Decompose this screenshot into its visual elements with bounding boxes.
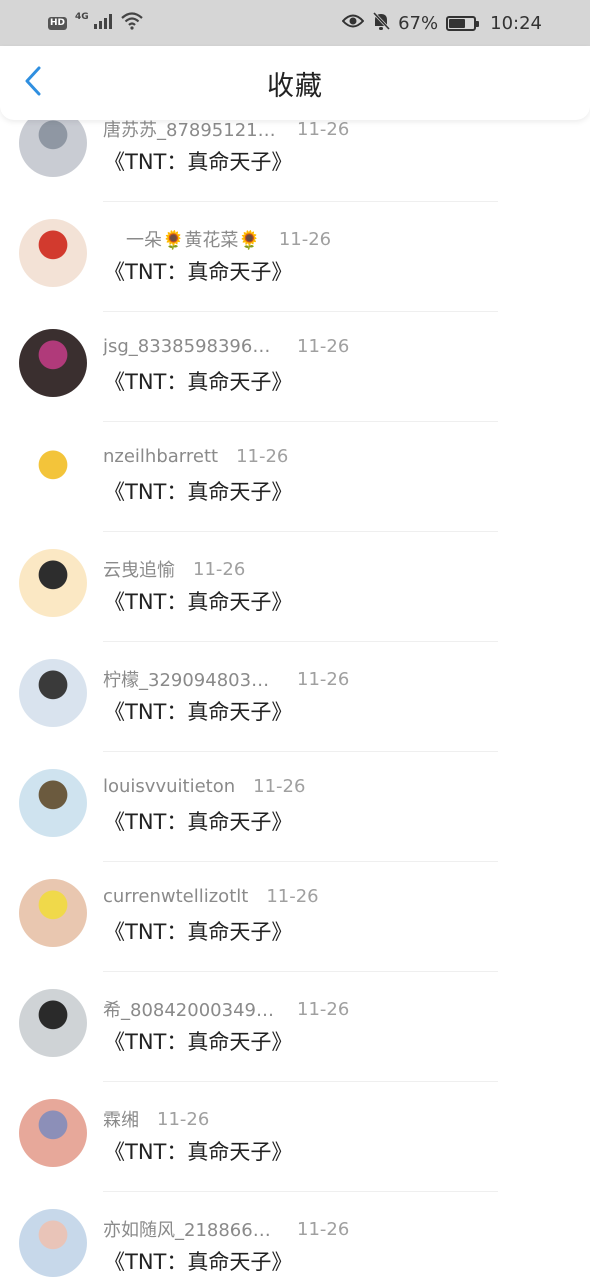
- list-item[interactable]: 云曳追愉 11-26 《TNT：真命天子》: [0, 532, 590, 642]
- favorite-title[interactable]: 《TNT：真命天子》: [104, 476, 292, 506]
- avatar[interactable]: [19, 1209, 87, 1277]
- list-item[interactable]: jsg_83385983961… 11-26 《TNT：真命天子》: [0, 312, 590, 422]
- timestamp: 11-26: [297, 668, 350, 690]
- username[interactable]: 柠檬_3290948036…: [103, 666, 279, 692]
- timestamp: 11-26: [236, 446, 289, 467]
- avatar[interactable]: [19, 1099, 87, 1167]
- meta-line: 云曳追愉 11-26: [103, 556, 245, 582]
- meta-line: 一朵🌻黄花菜🌻 11-26: [126, 226, 331, 252]
- favorite-title[interactable]: 《TNT：真命天子》: [104, 916, 292, 946]
- favorite-title[interactable]: 《TNT：真命天子》: [104, 696, 292, 726]
- meta-line: currenwtellizotlt 11-26: [103, 886, 319, 907]
- timestamp: 11-26: [193, 558, 246, 580]
- avatar[interactable]: [19, 989, 87, 1057]
- list-item[interactable]: 柠檬_3290948036… 11-26 《TNT：真命天子》: [0, 642, 590, 752]
- status-bar: HD 4G 67% 10:24: [0, 0, 590, 46]
- username[interactable]: 云曳追愉: [103, 556, 175, 582]
- username[interactable]: 一朵🌻黄花菜🌻: [126, 226, 261, 252]
- username[interactable]: currenwtellizotlt: [103, 886, 248, 907]
- list-item[interactable]: 唐苏苏_87895121… 11-26 《TNT：真命天子》: [0, 110, 590, 202]
- status-left: HD 4G: [48, 11, 143, 35]
- meta-line: nzeilhbarrett 11-26: [103, 446, 288, 467]
- favorite-title[interactable]: 《TNT：真命天子》: [104, 146, 292, 176]
- timestamp: 11-26: [278, 228, 332, 250]
- timestamp: 11-26: [297, 118, 350, 140]
- mute-bell-icon: [372, 11, 391, 36]
- username[interactable]: 亦如随风_218866…: [103, 1216, 279, 1242]
- hd-badge: HD: [48, 16, 68, 30]
- wifi-icon: [120, 11, 143, 35]
- username[interactable]: 希_808420003493…: [103, 996, 279, 1022]
- avatar[interactable]: [19, 219, 87, 287]
- meta-line: 希_808420003493… 11-26: [103, 996, 349, 1022]
- avatar[interactable]: [19, 549, 87, 617]
- page-title: 收藏: [267, 70, 323, 102]
- avatar[interactable]: [19, 879, 87, 947]
- battery-percent: 67%: [398, 12, 439, 34]
- back-button[interactable]: [18, 66, 48, 100]
- clock: 10:24: [490, 12, 542, 34]
- list-item[interactable]: 一朵🌻黄花菜🌻 11-26 《TNT：真命天子》: [0, 202, 590, 312]
- battery-icon: [446, 15, 480, 31]
- meta-line: 霖缃 11-26: [103, 1106, 209, 1132]
- list-item[interactable]: 亦如随风_218866… 11-26 《TNT：真命天子》: [0, 1192, 590, 1280]
- timestamp: 11-26: [253, 776, 306, 797]
- list-item[interactable]: 霖缃 11-26 《TNT：真命天子》: [0, 1082, 590, 1192]
- favorite-title[interactable]: 《TNT：真命天子》: [104, 1246, 292, 1276]
- signal-icon: [93, 13, 113, 34]
- list-item[interactable]: currenwtellizotlt 11-26 《TNT：真命天子》: [0, 862, 590, 972]
- username[interactable]: louisvvuitieton: [103, 776, 235, 797]
- username[interactable]: jsg_83385983961…: [103, 336, 279, 357]
- username[interactable]: 霖缃: [103, 1106, 139, 1132]
- avatar[interactable]: [19, 110, 87, 177]
- avatar[interactable]: [19, 439, 87, 507]
- nav-header: 收藏: [0, 46, 590, 120]
- timestamp: 11-26: [297, 998, 350, 1020]
- favorites-list: 唐苏苏_87895121… 11-26 《TNT：真命天子》一朵🌻黄花菜🌻 11-26…: [0, 110, 590, 1280]
- meta-line: louisvvuitieton 11-26: [103, 776, 305, 797]
- favorite-title[interactable]: 《TNT：真命天子》: [104, 1026, 292, 1056]
- list-item[interactable]: nzeilhbarrett 11-26 《TNT：真命天子》: [0, 422, 590, 532]
- meta-line: jsg_83385983961… 11-26: [103, 336, 349, 357]
- timestamp: 11-26: [157, 1108, 210, 1130]
- avatar[interactable]: [19, 659, 87, 727]
- status-right: 67% 10:24: [341, 11, 542, 36]
- chevron-left-icon: [24, 66, 42, 100]
- battery-level: [449, 18, 466, 28]
- network-type: 4G: [75, 12, 89, 22]
- favorite-title[interactable]: 《TNT：真命天子》: [104, 586, 292, 616]
- username[interactable]: nzeilhbarrett: [103, 446, 218, 467]
- meta-line: 亦如随风_218866… 11-26: [103, 1216, 349, 1242]
- favorite-title[interactable]: 《TNT：真命天子》: [104, 1136, 292, 1166]
- favorite-title[interactable]: 《TNT：真命天子》: [104, 256, 292, 286]
- timestamp: 11-26: [297, 336, 350, 357]
- timestamp: 11-26: [297, 1218, 350, 1240]
- meta-line: 柠檬_3290948036… 11-26: [103, 666, 349, 692]
- avatar[interactable]: [19, 769, 87, 837]
- list-item[interactable]: 希_808420003493… 11-26 《TNT：真命天子》: [0, 972, 590, 1082]
- list-item[interactable]: louisvvuitieton 11-26 《TNT：真命天子》: [0, 752, 590, 862]
- timestamp: 11-26: [266, 886, 319, 907]
- avatar[interactable]: [19, 329, 87, 397]
- eye-icon: [341, 13, 365, 34]
- favorite-title[interactable]: 《TNT：真命天子》: [104, 806, 292, 836]
- favorite-title[interactable]: 《TNT：真命天子》: [104, 366, 292, 396]
